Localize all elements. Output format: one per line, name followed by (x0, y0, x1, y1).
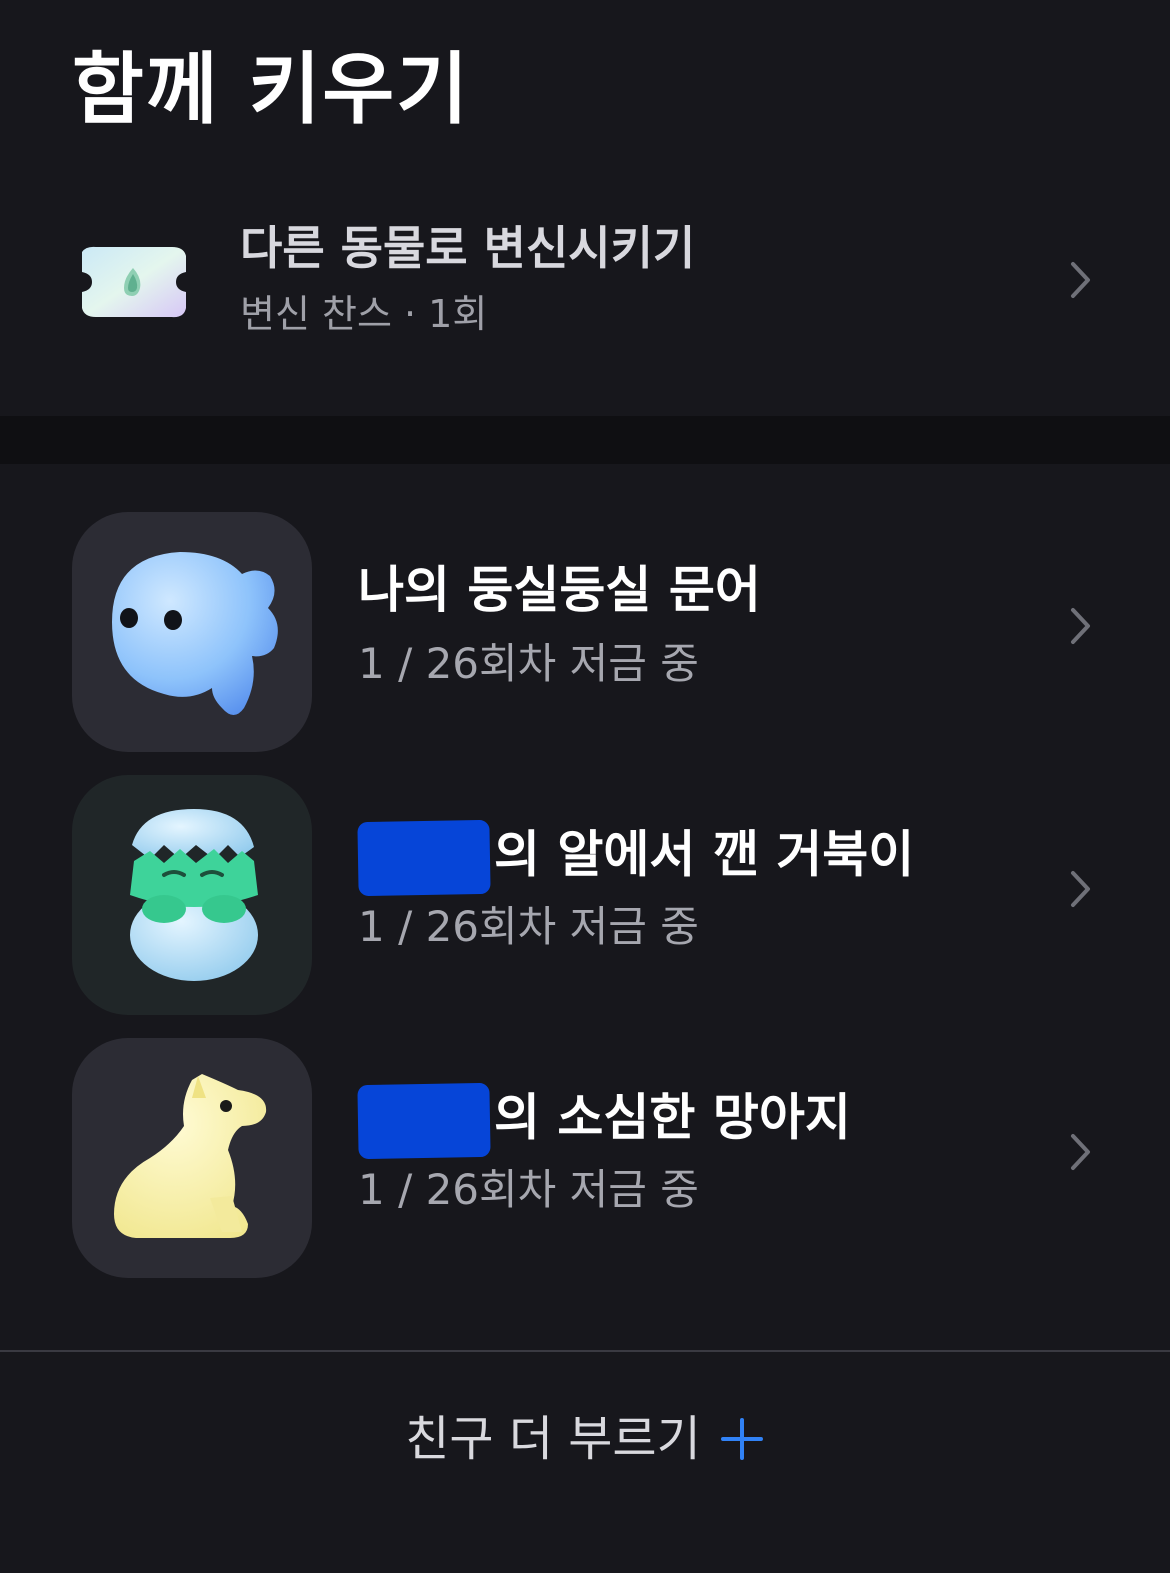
pet-row-turtle[interactable]: 의 알에서 깬 거북이 1 / 26회차 저금 중 (0, 775, 1170, 1015)
pet-avatar (72, 1038, 312, 1278)
bottom-divider (0, 1350, 1170, 1352)
pet-name: 의 알에서 깬 거북이 (357, 819, 915, 897)
transform-title: 다른 동물로 변신시키기 (240, 221, 696, 275)
pet-saving-status: 1 / 26회차 저금 중 (358, 902, 699, 951)
pet-row-pony[interactable]: 의 소심한 망아지 1 / 26회차 저금 중 (0, 1038, 1170, 1278)
invite-label: 친구 더 부르기 (405, 1411, 701, 1467)
pet-avatar (72, 512, 312, 752)
octopus-icon (112, 552, 278, 715)
transform-chance-count: 변신 찬스 · 1회 (240, 292, 488, 336)
hatching-turtle-icon (130, 809, 258, 981)
pet-saving-status: 1 / 26회차 저금 중 (358, 639, 699, 688)
page-title: 함께 키우기 (72, 45, 470, 135)
pet-name: 의 소심한 망아지 (357, 1082, 851, 1160)
redacted-owner-name (357, 819, 491, 897)
invite-friend-button[interactable]: 친구 더 부르기 (0, 1394, 1170, 1484)
pet-name-text: 의 알에서 깬 거북이 (494, 825, 915, 884)
section-divider (0, 416, 1170, 464)
pet-name: 나의 둥실둥실 문어 (358, 561, 761, 619)
chevron-right-icon (1071, 1134, 1090, 1170)
pet-saving-status: 1 / 26회차 저금 중 (358, 1165, 699, 1214)
pet-avatar (72, 775, 312, 1015)
redacted-owner-name (357, 1082, 491, 1160)
chevron-right-icon (1071, 871, 1090, 907)
pet-row-octopus[interactable]: 나의 둥실둥실 문어 1 / 26회차 저금 중 (0, 512, 1170, 752)
transform-row[interactable]: 다른 동물로 변신시키기 변신 찬스 · 1회 (0, 200, 1170, 360)
ticket-icon (82, 246, 186, 318)
pony-icon (114, 1074, 267, 1238)
pet-name-text: 의 소심한 망아지 (494, 1088, 851, 1147)
plus-icon (720, 1418, 763, 1460)
chevron-right-icon (1071, 608, 1090, 644)
chevron-right-icon (1071, 262, 1090, 298)
